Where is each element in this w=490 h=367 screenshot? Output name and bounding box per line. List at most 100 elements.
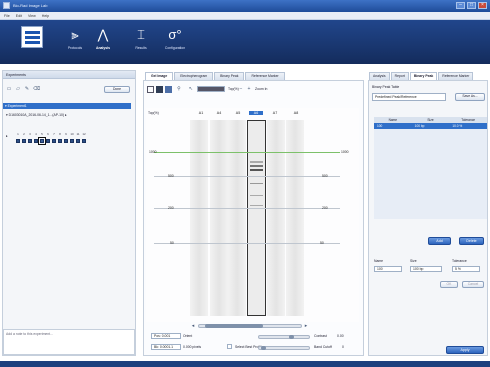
ladder-label-right: 200 xyxy=(322,206,328,210)
ladder-label-right: 500 xyxy=(322,174,328,178)
ladder-label-left: 1000 xyxy=(149,150,157,154)
tab-gel-image[interactable]: Gel Image xyxy=(145,72,174,80)
tree-item-experiment[interactable]: ▾ Experiment1 xyxy=(3,103,131,109)
new-folder-icon[interactable]: ▭ xyxy=(6,86,12,92)
menu-edit[interactable]: Edit xyxy=(16,14,22,18)
lane-header[interactable]: A1 xyxy=(194,111,208,115)
contrast-slider[interactable] xyxy=(258,335,310,339)
gel-lane[interactable] xyxy=(210,120,228,316)
scroll-thumb[interactable] xyxy=(205,324,263,328)
well[interactable] xyxy=(34,139,38,143)
delete-button[interactable]: Delete xyxy=(459,237,484,245)
horizontal-scrollbar[interactable] xyxy=(198,324,302,328)
well[interactable] xyxy=(82,139,86,143)
done-button[interactable]: Done xyxy=(104,86,130,93)
view-mode-color-icon[interactable] xyxy=(165,86,172,93)
well[interactable] xyxy=(22,139,26,143)
background-unit: 0.000 pixels xyxy=(183,345,202,349)
tab-report[interactable]: Report xyxy=(390,72,409,80)
name-input[interactable]: 100 xyxy=(374,266,402,272)
pointer-icon[interactable]: ↖ xyxy=(188,86,194,92)
zoom-label[interactable]: Zoom In xyxy=(255,87,267,91)
delete-icon[interactable]: ⌫ xyxy=(33,86,40,92)
tab-reference-marker[interactable]: Reference Marker xyxy=(245,72,285,80)
lane-header[interactable]: A4 xyxy=(212,111,226,115)
contrast-thumb[interactable] xyxy=(289,335,294,339)
toolbar-protocols-button[interactable]: ⫸ Protocols xyxy=(62,26,88,58)
gel-band xyxy=(250,183,263,184)
peak-table-dropdown[interactable]: Predefined Peak/Reference xyxy=(372,93,446,101)
gel-lane-selected[interactable] xyxy=(247,120,266,316)
tree-expander[interactable]: ▸ xyxy=(6,133,8,139)
well[interactable] xyxy=(70,139,74,143)
tab-binary-peak-right[interactable]: Binary Peak xyxy=(409,72,438,80)
view-mode-lane-icon[interactable] xyxy=(156,86,163,93)
tab-analysis[interactable]: Analysis xyxy=(369,72,390,80)
toolbar-analysis-button[interactable]: ⋀ Analysis xyxy=(90,26,116,58)
binary-peak-table-label: Binary Peak Table xyxy=(372,85,400,89)
lane-header[interactable]: A5 xyxy=(231,111,245,115)
tree-item-chip[interactable]: ▾ D1603010A_2016-06-14_1...(AP-10) ▸ xyxy=(6,112,67,118)
well[interactable] xyxy=(46,139,50,143)
lane-header-selected[interactable]: A6 xyxy=(249,111,263,115)
gel-lane[interactable] xyxy=(267,120,285,316)
background-field[interactable]: Bk: 0.0001.1 xyxy=(151,344,181,350)
zoom-in-icon[interactable]: + xyxy=(246,86,252,92)
contrast-label: Contrast xyxy=(314,334,327,338)
ok-button[interactable]: OK xyxy=(440,281,458,288)
well[interactable] xyxy=(52,139,56,143)
well-selector xyxy=(16,137,86,145)
configuration-icon: σ° xyxy=(168,27,182,42)
close-button[interactable]: × xyxy=(478,2,487,9)
notes-placeholder: Add a note to this experiment... xyxy=(6,332,53,336)
tab-reference-right[interactable]: Reference Marker xyxy=(438,72,474,80)
tab-binary-peak[interactable]: Binary Peak xyxy=(214,72,245,80)
menu-view[interactable]: View xyxy=(28,14,36,18)
well[interactable] xyxy=(28,139,32,143)
lane-header[interactable]: A8 xyxy=(289,111,303,115)
tolerance-input[interactable]: 5 % xyxy=(452,266,480,272)
position-field[interactable]: Pos: 0.001 xyxy=(151,333,181,339)
search-icon[interactable]: ⚲ xyxy=(176,86,182,92)
scroll-right-icon[interactable]: ▸ xyxy=(303,323,309,329)
gel-lane[interactable] xyxy=(286,120,304,316)
gel-band xyxy=(250,169,263,171)
gel-band xyxy=(250,161,263,163)
toolbar-results-button[interactable]: ⌶ Results xyxy=(128,26,154,58)
ladder-label-left: 200 xyxy=(168,206,174,210)
apply-button[interactable]: Apply xyxy=(446,346,484,354)
well[interactable] xyxy=(64,139,68,143)
edit-icon[interactable]: ✎ xyxy=(24,86,30,92)
minimize-button[interactable]: – xyxy=(456,2,465,9)
cancel-button[interactable]: Cancel xyxy=(462,281,484,288)
save-as-button[interactable]: Save As... xyxy=(455,93,485,101)
zoom-out-icon[interactable]: − xyxy=(238,86,244,92)
view-mode-gel-icon[interactable] xyxy=(147,86,154,93)
marker-line-upper xyxy=(154,152,340,153)
scroll-left-icon[interactable]: ◂ xyxy=(190,323,196,329)
well[interactable] xyxy=(58,139,62,143)
best-profiling-checkbox[interactable] xyxy=(227,344,232,349)
menu-file[interactable]: File xyxy=(4,14,10,18)
well[interactable] xyxy=(76,139,80,143)
band-cutoff-slider[interactable] xyxy=(258,346,310,350)
maximize-button[interactable]: □ xyxy=(467,2,476,9)
band-cutoff-thumb[interactable] xyxy=(261,346,266,350)
toolbar-configuration-button[interactable]: σ° Configuration xyxy=(158,26,192,58)
lane-header[interactable]: A7 xyxy=(268,111,282,115)
well[interactable] xyxy=(16,139,20,143)
size-input[interactable]: 100 bp xyxy=(410,266,442,272)
tab-electropherogram[interactable]: Electropherogram xyxy=(174,72,214,80)
main-toolbar: ⫸ Protocols ⋀ Analysis ⌶ Results σ° Conf… xyxy=(0,20,490,64)
lane-selector[interactable] xyxy=(197,86,225,92)
open-icon[interactable]: ▱ xyxy=(15,86,21,92)
menu-help[interactable]: Help xyxy=(42,14,49,18)
gel-lane[interactable] xyxy=(190,120,208,316)
notes-box[interactable]: Add a note to this experiment... xyxy=(3,329,135,355)
well-selected[interactable] xyxy=(38,137,46,145)
marker-line xyxy=(154,243,340,244)
add-button[interactable]: Add xyxy=(428,237,451,245)
gel-lane[interactable] xyxy=(228,120,246,316)
gel-band xyxy=(250,195,263,196)
y-axis-title: Top(%) xyxy=(148,111,159,115)
